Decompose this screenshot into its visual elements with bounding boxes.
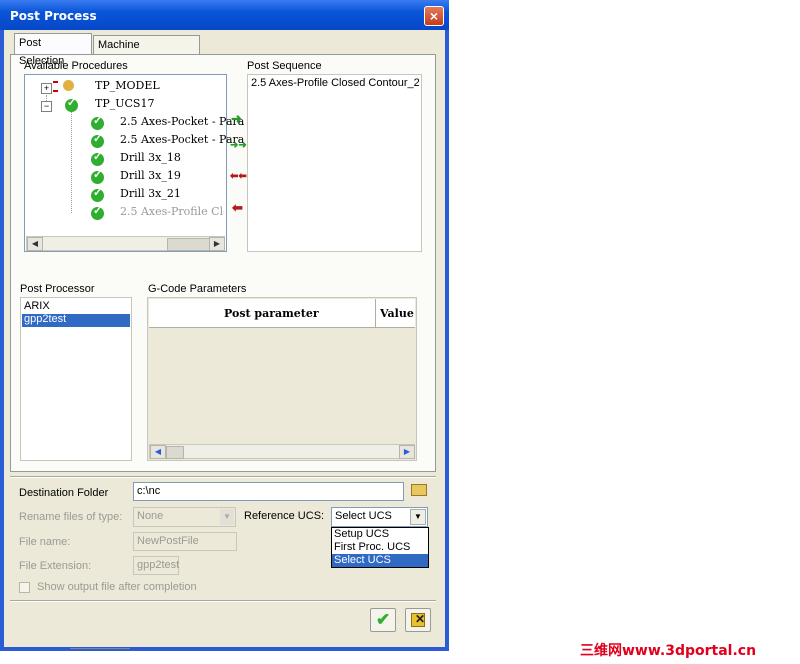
scroll-left-icon[interactable]: ◀ — [27, 237, 43, 251]
check-icon — [65, 96, 78, 112]
model-list-icon — [53, 81, 58, 92]
post-processor-item[interactable]: ARIX — [24, 300, 50, 312]
checkmark-icon: ✔ — [376, 610, 391, 629]
scroll-thumb[interactable] — [166, 446, 184, 459]
add-all-arrow-icon[interactable]: ➜➜ — [230, 140, 247, 151]
rename-files-label: Rename files of type: — [19, 511, 123, 523]
destination-folder-label: Destination Folder — [19, 487, 109, 499]
open-folder-icon[interactable] — [411, 484, 427, 496]
expand-tp-model-toggle[interactable]: + — [41, 83, 52, 94]
post-processor-list[interactable]: ARIX gpp2test — [20, 297, 132, 461]
background-drawing — [70, 648, 130, 664]
tree-item-procedure[interactable]: Drill 3x_21 — [120, 185, 181, 203]
grid-horizontal-scrollbar[interactable]: ◀ ▶ — [149, 444, 415, 459]
dropdown-option-selected[interactable]: Select UCS — [334, 554, 391, 566]
watermark-text: 三维网www.3dportal.cn — [580, 643, 757, 659]
reference-ucs-select[interactable]: Select UCS ▼ — [331, 507, 428, 527]
post-sequence-list[interactable]: 2.5 Axes-Profile Closed Contour_20 — [247, 74, 422, 252]
cancel-x-icon: ✕ — [415, 612, 426, 626]
separator — [10, 476, 436, 478]
tree-item-tp-ucs17[interactable]: TP_UCS17 — [95, 95, 154, 113]
ok-button[interactable]: ✔ — [370, 608, 396, 632]
collapse-tp-ucs17-toggle[interactable]: − — [41, 101, 52, 112]
show-output-checkbox[interactable] — [19, 582, 30, 593]
gcode-parameters-label: G-Code Parameters — [148, 283, 247, 295]
remove-procedure-arrow-icon[interactable]: ⬅ — [232, 200, 243, 216]
separator — [10, 600, 436, 602]
scroll-left-icon[interactable]: ◀ — [150, 445, 166, 459]
post-processor-item-selected[interactable]: gpp2test — [24, 313, 66, 325]
remove-all-arrow-icon[interactable]: ⬅⬅ — [230, 171, 247, 182]
scroll-thumb[interactable] — [167, 238, 213, 251]
tree-item-procedure[interactable]: Drill 3x_18 — [120, 149, 181, 167]
tree-item-procedure-disabled[interactable]: 2.5 Axes-Profile Close — [120, 203, 224, 221]
show-output-label: Show output file after completion — [37, 581, 197, 593]
check-icon — [91, 150, 104, 166]
window-title: Post Process — [10, 9, 97, 23]
check-icon — [91, 204, 104, 220]
destination-folder-input[interactable]: c:\nc — [133, 482, 404, 501]
check-icon — [91, 114, 104, 130]
chevron-down-icon[interactable]: ▼ — [220, 509, 234, 525]
tree-item-procedure[interactable]: Drill 3x_19 — [120, 167, 181, 185]
scroll-right-icon[interactable]: ▶ — [209, 237, 225, 251]
rename-files-select[interactable]: None ▼ — [133, 507, 236, 527]
add-procedure-arrow-icon[interactable]: ➜ — [231, 111, 242, 127]
reference-ucs-dropdown[interactable]: Setup UCS First Proc. UCS Select UCS — [331, 527, 429, 568]
tree-item-tp-model[interactable]: TP_MODEL — [95, 77, 160, 95]
cancel-button[interactable]: ✕ — [405, 608, 431, 632]
scroll-right-icon[interactable]: ▶ — [399, 445, 415, 459]
tree-item-procedure[interactable]: 2.5 Axes-Pocket - Para — [120, 131, 244, 149]
model-icon — [63, 80, 74, 91]
rename-files-value: None — [137, 510, 164, 522]
tab-machine-parameters[interactable]: Machine Parameters — [93, 35, 200, 69]
reference-ucs-value: Select UCS — [335, 510, 392, 522]
tree-horizontal-scrollbar[interactable]: ◀ ▶ — [26, 236, 225, 251]
chevron-down-icon[interactable]: ▼ — [410, 509, 426, 525]
post-parameter-column-header[interactable]: Post parameter — [224, 307, 319, 320]
dropdown-option[interactable]: Setup UCS — [334, 528, 389, 540]
close-button[interactable]: × — [424, 6, 444, 26]
value-column-header[interactable]: Value — [380, 307, 414, 320]
file-extension-input[interactable]: gpp2test — [133, 556, 179, 575]
file-name-input[interactable]: NewPostFile — [133, 532, 237, 551]
check-icon — [91, 132, 104, 148]
file-extension-label: File Extension: — [19, 560, 92, 572]
check-icon — [91, 186, 104, 202]
gcode-parameters-grid[interactable]: Post parameter Value ◀ ▶ — [147, 297, 417, 461]
post-processor-label: Post Processor — [20, 283, 95, 295]
dropdown-option[interactable]: First Proc. UCS — [334, 541, 410, 553]
grid-column-divider — [375, 299, 376, 327]
tab-post-selection[interactable]: Post Selection — [14, 33, 92, 67]
procedures-tree[interactable]: + TP_MODEL − TP_UCS17 2.5 Axes-Pocket - … — [24, 74, 244, 252]
check-icon — [91, 168, 104, 184]
post-sequence-label: Post Sequence — [247, 60, 322, 72]
reference-ucs-label: Reference UCS: — [244, 510, 325, 522]
file-name-label: File name: — [19, 536, 71, 548]
post-sequence-item[interactable]: 2.5 Axes-Profile Closed Contour_20 — [251, 77, 419, 89]
tree-item-procedure[interactable]: 2.5 Axes-Pocket - Para — [120, 113, 244, 131]
